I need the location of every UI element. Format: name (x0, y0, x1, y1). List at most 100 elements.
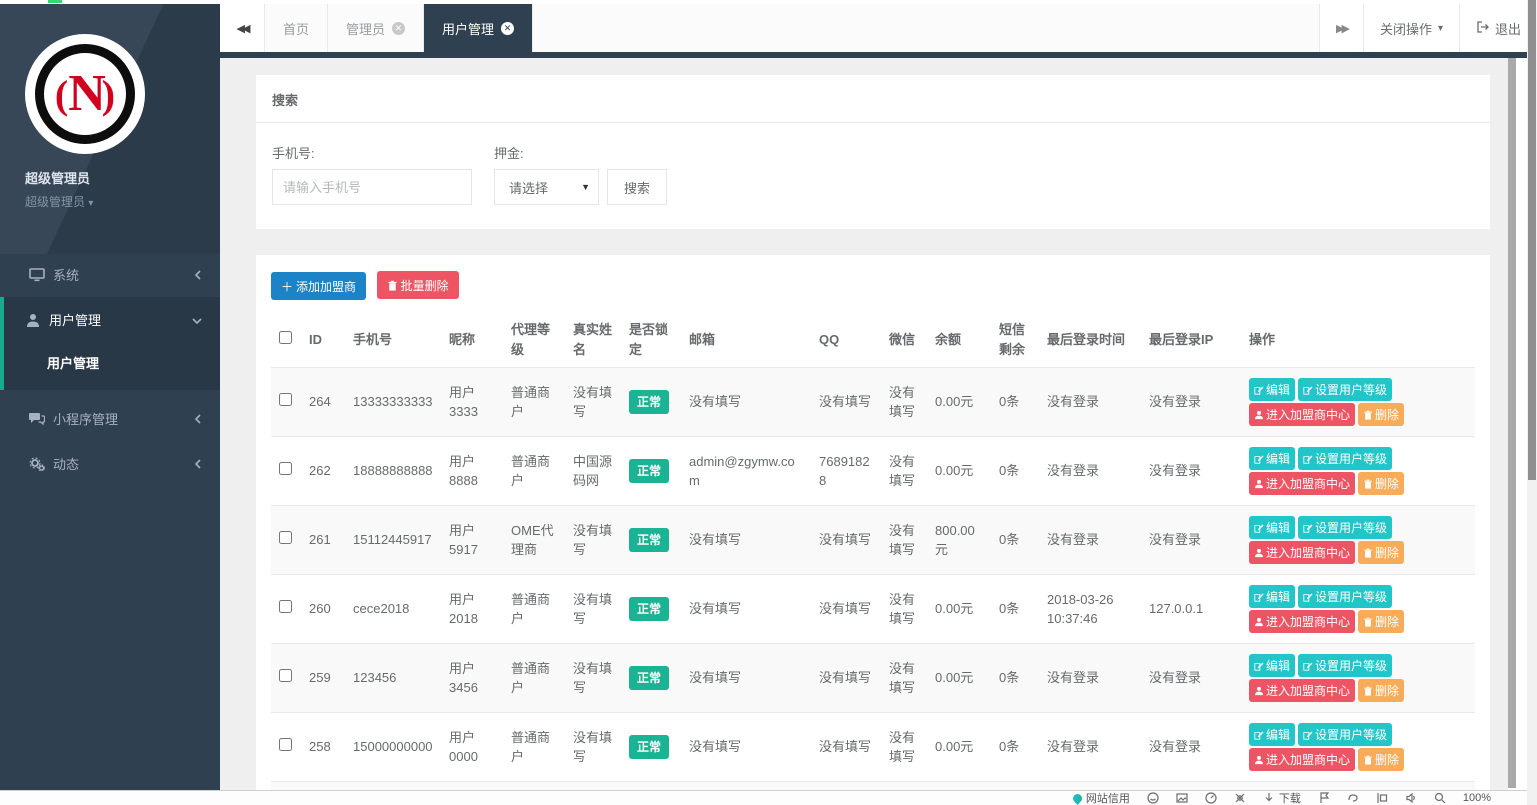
select-all-checkbox[interactable] (279, 331, 292, 344)
tabs-scroll-right-button[interactable]: ▶▶ (1319, 4, 1363, 52)
proxy-button[interactable] (1347, 792, 1359, 804)
batch-delete-button[interactable]: 批量删除 (377, 271, 459, 299)
tabbar-spacer (533, 4, 1319, 52)
cell-nickname: 用户 5547 (441, 782, 503, 791)
cell-last-login-ip: 没有登录 (1141, 782, 1241, 791)
cell-last-login-ip: 没有登录 (1141, 644, 1241, 713)
edit-button[interactable]: 编辑 (1249, 516, 1295, 539)
zoom-level[interactable]: 100% (1463, 792, 1491, 804)
sidebar-item-miniprogram[interactable]: 小程序管理 (0, 396, 220, 441)
flag-report-button[interactable] (1318, 792, 1330, 804)
edit-icon (1303, 454, 1313, 464)
tab-admin[interactable]: 管理员 ✕ (328, 4, 424, 52)
cell-email: 没有填写 (681, 575, 811, 644)
tab-user-management[interactable]: 用户管理 ✕ (424, 4, 533, 52)
user-icon (1254, 479, 1264, 489)
sidebar-subitem-user-management[interactable]: 用户管理 (4, 342, 220, 382)
sidebar-item-system[interactable]: 系统 (0, 252, 220, 297)
sidebar-item-dynamics[interactable]: 动态 (0, 441, 220, 486)
row-checkbox[interactable] (279, 669, 292, 682)
close-icon[interactable]: ✕ (501, 22, 514, 35)
delete-button[interactable]: 删除 (1358, 610, 1404, 633)
cell-qq: 没有填写 (811, 644, 881, 713)
edit-button[interactable]: 编辑 (1249, 378, 1295, 401)
cell-checkbox (271, 368, 301, 437)
sidebar-item-user-management[interactable]: 用户管理 (4, 297, 220, 342)
cell-last-login-time: 没有登录 (1039, 713, 1141, 782)
site-credit-indicator[interactable]: 网站信用 (1073, 790, 1130, 805)
cell-actions: 编辑 设置用户等级 进入加盟商中心 删除 (1241, 506, 1475, 575)
delete-button[interactable]: 删除 (1358, 679, 1404, 702)
cell-last-login-time: 没有登录 (1039, 437, 1141, 506)
close-icon[interactable]: ✕ (392, 22, 405, 35)
row-checkbox[interactable] (279, 600, 292, 613)
cell-wechat: 没有填写 (881, 506, 927, 575)
cell-last-login-time: 没有登录 (1039, 782, 1141, 791)
enter-franchisee-center-button[interactable]: 进入加盟商中心 (1249, 541, 1355, 564)
edit-button[interactable]: 编辑 (1249, 654, 1295, 677)
cell-last-login-time: 没有登录 (1039, 368, 1141, 437)
image-toggle-button[interactable] (1176, 792, 1188, 804)
row-checkbox[interactable] (279, 393, 292, 406)
cell-balance: 0.00元 (927, 713, 991, 782)
cell-id: 259 (301, 644, 345, 713)
set-user-level-button[interactable]: 设置用户等级 (1298, 654, 1392, 677)
logo-letter: N (68, 68, 102, 120)
profile-role-dropdown[interactable]: 超级管理员 ▾ (25, 193, 220, 210)
page-scrollbar-thumb[interactable] (1508, 58, 1516, 788)
enter-franchisee-center-button[interactable]: 进入加盟商中心 (1249, 403, 1355, 426)
download-button[interactable]: 下载 (1263, 790, 1301, 805)
tab-label: 管理员 (346, 19, 385, 38)
tab-home[interactable]: 首页 (265, 4, 328, 52)
cell-id: 258 (301, 713, 345, 782)
deposit-select[interactable]: 请选择 ▼ (494, 169, 599, 205)
cell-checkbox (271, 713, 301, 782)
window-layout-button[interactable] (1376, 792, 1388, 804)
user-icon (1254, 686, 1264, 696)
caret-down-icon: ▾ (88, 198, 93, 209)
search-button[interactable]: 搜索 (607, 169, 667, 205)
delete-button[interactable]: 删除 (1358, 541, 1404, 564)
speed-mode-button[interactable] (1205, 792, 1217, 804)
set-user-level-button[interactable]: 设置用户等级 (1298, 585, 1392, 608)
set-user-level-button[interactable]: 设置用户等级 (1298, 447, 1392, 470)
logo-right-paren: ) (102, 71, 115, 118)
edit-button[interactable]: 编辑 (1249, 447, 1295, 470)
zoom-search-button[interactable] (1434, 792, 1446, 804)
row-checkbox[interactable] (279, 738, 292, 751)
speaker-icon[interactable] (1405, 792, 1417, 804)
delete-button[interactable]: 删除 (1358, 403, 1404, 426)
edit-button[interactable]: 编辑 (1249, 585, 1295, 608)
set-user-level-button[interactable]: 设置用户等级 (1298, 378, 1392, 401)
row-checkbox[interactable] (279, 531, 292, 544)
browser-scrollbar[interactable] (1527, 0, 1537, 805)
row-checkbox[interactable] (279, 462, 292, 475)
enter-franchisee-center-button[interactable]: 进入加盟商中心 (1249, 679, 1355, 702)
set-user-level-button[interactable]: 设置用户等级 (1298, 516, 1392, 539)
delete-button[interactable]: 删除 (1358, 472, 1404, 495)
logout-button[interactable]: 退出 (1459, 4, 1537, 52)
cell-checkbox (271, 644, 301, 713)
browser-scrollbar-thumb[interactable] (1528, 0, 1536, 480)
page-scrollbar[interactable] (1508, 58, 1516, 788)
plus-icon: ＋ (281, 278, 293, 295)
game-mode-button[interactable] (1234, 792, 1246, 804)
close-operations-dropdown[interactable]: 关闭操作▾ (1363, 4, 1459, 52)
set-user-level-button[interactable]: 设置用户等级 (1298, 723, 1392, 746)
tabs-scroll-left-button[interactable]: ◀◀ (220, 4, 265, 52)
edit-icon (1254, 730, 1264, 740)
reader-mode-button[interactable] (1147, 792, 1159, 804)
cell-phone: cece2018 (345, 575, 441, 644)
cell-checkbox (271, 437, 301, 506)
trash-icon (1363, 617, 1373, 627)
table-header-row: ID手机号昵称代理等级真实姓名是否锁定邮箱QQ微信余额短信剩余最后登录时间最后登… (271, 312, 1475, 368)
enter-franchisee-center-button[interactable]: 进入加盟商中心 (1249, 472, 1355, 495)
phone-input[interactable] (272, 169, 472, 205)
enter-franchisee-center-button[interactable]: 进入加盟商中心 (1249, 610, 1355, 633)
column-header: 最后登录时间 (1039, 312, 1141, 368)
delete-button[interactable]: 删除 (1358, 748, 1404, 771)
add-franchisee-button[interactable]: ＋添加加盟商 (271, 272, 366, 300)
edit-button[interactable]: 编辑 (1249, 723, 1295, 746)
cell-agent-level: 一级代理商 (503, 782, 565, 791)
enter-franchisee-center-button[interactable]: 进入加盟商中心 (1249, 748, 1355, 771)
